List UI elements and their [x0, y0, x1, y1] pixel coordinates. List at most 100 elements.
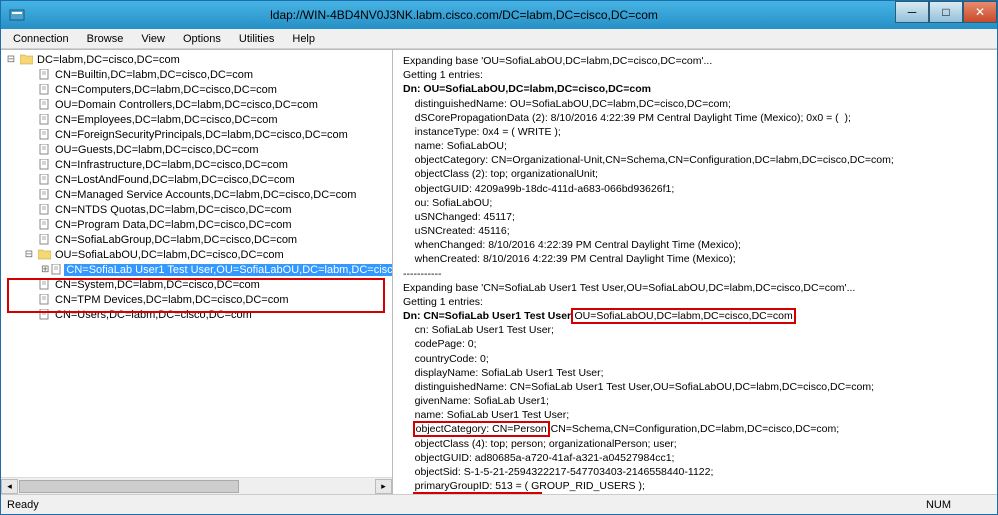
detail-line: objectGUID: ad80685a-a720-41af-a321-a045… — [403, 451, 991, 465]
tree-node[interactable]: CN=Program Data,DC=labm,DC=cisco,DC=com — [1, 217, 392, 232]
item-icon — [37, 189, 51, 201]
detail-line: displayName: SofiaLab User1 Test User; — [403, 366, 991, 380]
spacer — [23, 144, 35, 155]
tree-label: CN=LostAndFound,DC=labm,DC=cisco,DC=com — [53, 174, 297, 186]
item-icon — [37, 279, 51, 291]
detail-line: objectGUID: 4209a99b-18dc-411d-a683-066b… — [403, 182, 991, 196]
app-icon — [7, 5, 27, 25]
menu-options[interactable]: Options — [175, 31, 229, 47]
folder-icon — [19, 54, 33, 66]
tree-root-node[interactable]: ⊟DC=labm,DC=cisco,DC=com — [1, 52, 392, 67]
detail-pane[interactable]: Expanding base 'OU=SofiaLabOU,DC=labm,DC… — [393, 50, 997, 494]
detail-line: Expanding base 'CN=SofiaLab User1 Test U… — [403, 281, 991, 295]
tree-node[interactable]: CN=LostAndFound,DC=labm,DC=cisco,DC=com — [1, 172, 392, 187]
tree-node[interactable]: CN=TPM Devices,DC=labm,DC=cisco,DC=com — [1, 292, 392, 307]
spacer — [23, 309, 35, 320]
tree-ou-node[interactable]: ⊟ OU=SofiaLabOU,DC=labm,DC=cisco,DC=com — [1, 247, 392, 262]
item-icon — [37, 114, 51, 126]
ldap-tree: ⊟DC=labm,DC=cisco,DC=com CN=Builtin,DC=l… — [1, 52, 392, 322]
detail-line: sAMAccountName: User1; — [403, 493, 991, 494]
tree-label: CN=Managed Service Accounts,DC=labm,DC=c… — [53, 189, 358, 201]
tree-node[interactable]: CN=Infrastructure,DC=labm,DC=cisco,DC=co… — [1, 157, 392, 172]
tree-label: OU=Guests,DC=labm,DC=cisco,DC=com — [53, 144, 261, 156]
collapse-icon[interactable]: ⊟ — [23, 249, 35, 260]
detail-line: Dn: CN=SofiaLab User1 Test User,OU=Sofia… — [403, 309, 991, 323]
tree-label: CN=Employees,DC=labm,DC=cisco,DC=com — [53, 114, 280, 126]
collapse-icon[interactable]: ⊟ — [5, 54, 17, 65]
detail-line: whenCreated: 8/10/2016 4:22:39 PM Centra… — [403, 252, 991, 266]
detail-line: name: SofiaLab User1 Test User; — [403, 408, 991, 422]
item-icon — [37, 204, 51, 216]
tree-node[interactable]: CN=Users,DC=labm,DC=cisco,DC=com — [1, 307, 392, 322]
window-buttons: ─ □ ✕ — [895, 1, 997, 29]
item-icon — [37, 159, 51, 171]
spacer — [23, 234, 35, 245]
status-num: NUM — [926, 499, 951, 511]
item-icon — [37, 174, 51, 186]
detail-line: distinguishedName: OU=SofiaLabOU,DC=labm… — [403, 97, 991, 111]
minimize-button[interactable]: ─ — [895, 1, 929, 23]
titlebar: ldap://WIN-4BD4NV0J3NK.labm.cisco.com/DC… — [1, 1, 997, 29]
spacer — [23, 174, 35, 185]
tree-node[interactable]: CN=System,DC=labm,DC=cisco,DC=com — [1, 277, 392, 292]
item-icon — [37, 219, 51, 231]
tree-node[interactable]: OU=Guests,DC=labm,DC=cisco,DC=com — [1, 142, 392, 157]
menu-help[interactable]: Help — [284, 31, 323, 47]
scroll-thumb[interactable] — [19, 480, 239, 493]
tree-horizontal-scrollbar[interactable]: ◂ ▸ — [1, 477, 392, 494]
tree-selected-node[interactable]: ⊞CN=SofiaLab User1 Test User,OU=SofiaLab… — [1, 262, 392, 277]
scroll-right-icon[interactable]: ▸ — [375, 479, 392, 494]
status-bar: Ready NUM — [1, 494, 997, 514]
tree-node[interactable]: OU=Domain Controllers,DC=labm,DC=cisco,D… — [1, 97, 392, 112]
menubar: Connection Browse View Options Utilities… — [1, 29, 997, 49]
tree-label: OU=Domain Controllers,DC=labm,DC=cisco,D… — [53, 99, 320, 111]
detail-line: Dn: OU=SofiaLabOU,DC=labm,DC=cisco,DC=co… — [403, 82, 991, 96]
detail-line: uSNCreated: 45116; — [403, 224, 991, 238]
tree-node[interactable]: CN=NTDS Quotas,DC=labm,DC=cisco,DC=com — [1, 202, 392, 217]
detail-line: objectCategory: CN=Organizational-Unit,C… — [403, 153, 991, 167]
item-icon — [37, 69, 51, 81]
status-text: Ready — [7, 499, 39, 511]
tree-node[interactable]: CN=Employees,DC=labm,DC=cisco,DC=com — [1, 112, 392, 127]
menu-utilities[interactable]: Utilities — [231, 31, 282, 47]
scroll-left-icon[interactable]: ◂ — [1, 479, 18, 494]
detail-line: objectSid: S-1-5-21-2594322217-547703403… — [403, 465, 991, 479]
detail-line: Getting 1 entries: — [403, 68, 991, 82]
item-icon — [37, 144, 51, 156]
spacer — [23, 129, 35, 140]
spacer — [23, 219, 35, 230]
close-button[interactable]: ✕ — [963, 1, 997, 23]
detail-line: objectCategory: CN=Person,CN=Schema,CN=C… — [403, 422, 991, 436]
tree-node[interactable]: CN=ForeignSecurityPrincipals,DC=labm,DC=… — [1, 127, 392, 142]
detail-line: cn: SofiaLab User1 Test User; — [403, 323, 991, 337]
tree-label: CN=ForeignSecurityPrincipals,DC=labm,DC=… — [53, 129, 350, 141]
spacer — [23, 114, 35, 125]
tree-label: OU=SofiaLabOU,DC=labm,DC=cisco,DC=com — [53, 249, 286, 261]
detail-line: ou: SofiaLabOU; — [403, 196, 991, 210]
tree-label: CN=System,DC=labm,DC=cisco,DC=com — [53, 279, 262, 291]
menu-connection[interactable]: Connection — [5, 31, 77, 47]
detail-line: primaryGroupID: 513 = ( GROUP_RID_USERS … — [403, 479, 991, 493]
menu-browse[interactable]: Browse — [79, 31, 132, 47]
tree-pane[interactable]: ⊟DC=labm,DC=cisco,DC=com CN=Builtin,DC=l… — [1, 50, 393, 494]
spacer — [23, 69, 35, 80]
tree-node[interactable]: CN=Builtin,DC=labm,DC=cisco,DC=com — [1, 67, 392, 82]
scroll-track[interactable] — [18, 479, 375, 494]
tree-label: CN=SofiaLabGroup,DC=labm,DC=cisco,DC=com — [53, 234, 299, 246]
detail-line: whenChanged: 8/10/2016 4:22:39 PM Centra… — [403, 238, 991, 252]
item-icon — [37, 84, 51, 96]
tree-node[interactable]: CN=SofiaLabGroup,DC=labm,DC=cisco,DC=com — [1, 232, 392, 247]
expand-icon[interactable]: ⊞ — [41, 264, 49, 275]
spacer — [23, 84, 35, 95]
tree-label: CN=Builtin,DC=labm,DC=cisco,DC=com — [53, 69, 255, 81]
tree-node[interactable]: CN=Computers,DC=labm,DC=cisco,DC=com — [1, 82, 392, 97]
item-icon — [37, 129, 51, 141]
menu-view[interactable]: View — [133, 31, 173, 47]
maximize-button[interactable]: □ — [929, 1, 963, 23]
highlight-objectcategory: objectCategory: CN=Person — [415, 423, 548, 435]
detail-line: Getting 1 entries: — [403, 295, 991, 309]
tree-label: CN=Program Data,DC=labm,DC=cisco,DC=com — [53, 219, 294, 231]
tree-node[interactable]: CN=Managed Service Accounts,DC=labm,DC=c… — [1, 187, 392, 202]
detail-line: dSCorePropagationData (2): 8/10/2016 4:2… — [403, 111, 991, 125]
tree-label: CN=TPM Devices,DC=labm,DC=cisco,DC=com — [53, 294, 291, 306]
